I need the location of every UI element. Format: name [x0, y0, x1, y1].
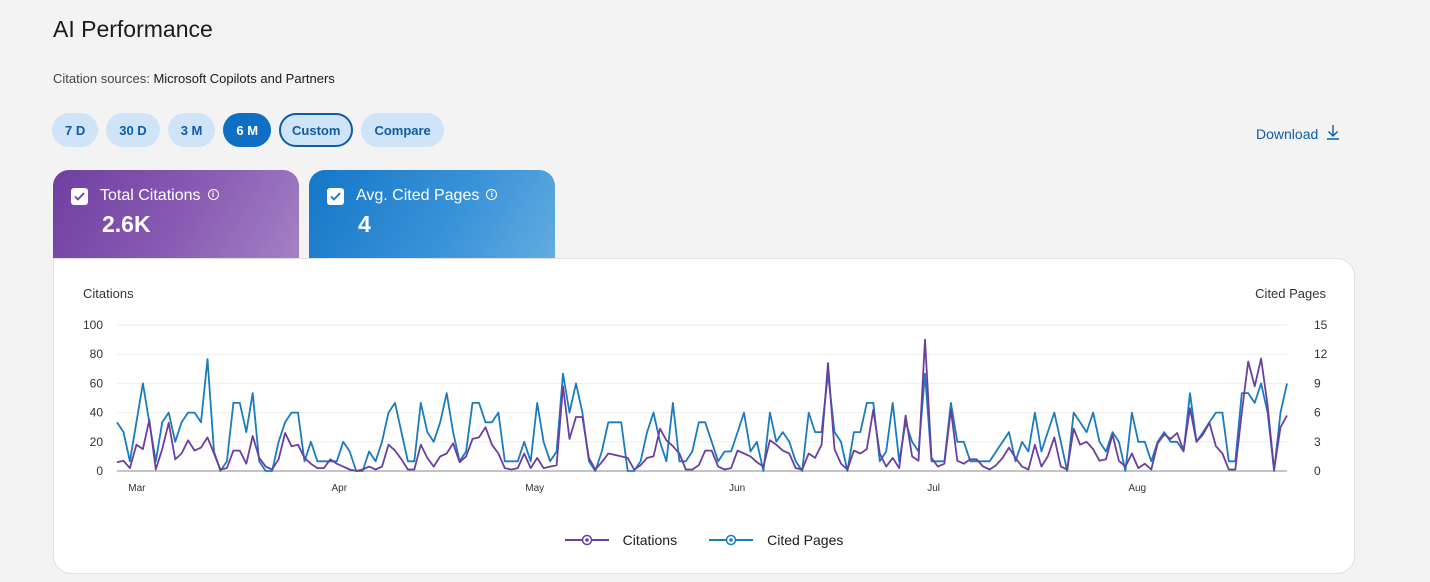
- left-tick-label: 80: [90, 347, 104, 361]
- x-tick-label: Jul: [927, 483, 940, 494]
- total-citations-checkbox[interactable]: [71, 187, 88, 205]
- ai-performance-page: AI Performance Citation sources: Microso…: [0, 0, 1430, 582]
- right-tick-label: 3: [1314, 435, 1321, 449]
- x-tick-label: Mar: [128, 483, 146, 494]
- cited-pages-series-line: [116, 358, 1288, 472]
- x-tick-label: Jun: [729, 483, 745, 494]
- total-citations-label: Total Citations: [100, 187, 201, 204]
- left-tick-label: 20: [90, 435, 104, 449]
- left-tick-label: 0: [96, 464, 103, 478]
- x-tick-label: Apr: [332, 483, 348, 494]
- left-tick-label: 60: [90, 376, 104, 390]
- download-icon: [1326, 124, 1340, 143]
- range-7d-button[interactable]: 7 D: [52, 113, 99, 147]
- citation-sources: Citation sources: Microsoft Copilots and…: [53, 71, 335, 86]
- download-label: Download: [1256, 125, 1319, 142]
- x-tick-label: May: [525, 483, 544, 494]
- info-icon[interactable]: i: [207, 188, 219, 200]
- citation-sources-value: Microsoft Copilots and Partners: [153, 71, 335, 86]
- date-range-selector: 7 D 30 D 3 M 6 M Custom Compare: [52, 113, 444, 147]
- legend-citations[interactable]: Citations: [564, 532, 678, 548]
- legend-cited-pages-label: Cited Pages: [767, 532, 844, 548]
- citations-legend-marker-icon: [564, 534, 609, 546]
- range-3m-button[interactable]: 3 M: [167, 113, 216, 147]
- cited-pages-legend-marker-icon: [709, 534, 754, 546]
- avg-cited-pages-value: 4: [358, 211, 371, 237]
- citation-sources-label: Citation sources:: [53, 71, 150, 86]
- chart-legend: Citations Cited Pages: [54, 532, 1354, 548]
- legend-citations-label: Citations: [622, 532, 678, 548]
- line-chart: 0 20 40 60 80 100 0 3 6 9 12 15 Mar Apr May Jun Jul Aug: [83, 318, 1328, 494]
- x-tick-label: Aug: [1128, 483, 1146, 494]
- download-button[interactable]: Download: [1256, 124, 1340, 143]
- left-tick-label: 100: [83, 318, 103, 332]
- left-tick-label: 40: [90, 406, 104, 420]
- range-6m-button[interactable]: 6 M: [223, 113, 272, 147]
- legend-cited-pages[interactable]: Cited Pages: [709, 532, 843, 548]
- info-icon[interactable]: i: [486, 188, 498, 200]
- citations-series-line: [116, 338, 1288, 472]
- chart-panel: Citations Cited Pages 0 20 40 60 80 100 0 3 6 9 12…: [53, 258, 1355, 574]
- compare-button[interactable]: Compare: [361, 113, 444, 147]
- range-30d-button[interactable]: 30 D: [106, 113, 160, 147]
- right-tick-label: 6: [1314, 406, 1321, 420]
- range-custom-button[interactable]: Custom: [279, 113, 354, 147]
- total-citations-value: 2.6K: [102, 211, 151, 237]
- avg-cited-pages-checkbox[interactable]: [327, 187, 344, 205]
- page-title: AI Performance: [53, 16, 213, 42]
- right-tick-label: 12: [1314, 347, 1328, 361]
- right-tick-label: 0: [1314, 464, 1321, 478]
- right-tick-label: 15: [1314, 318, 1328, 332]
- total-citations-card[interactable]: Total Citations i 2.6K: [53, 170, 299, 258]
- right-tick-label: 9: [1314, 376, 1321, 390]
- avg-cited-pages-label: Avg. Cited Pages: [356, 187, 480, 204]
- avg-cited-pages-card[interactable]: Avg. Cited Pages i 4: [309, 170, 555, 258]
